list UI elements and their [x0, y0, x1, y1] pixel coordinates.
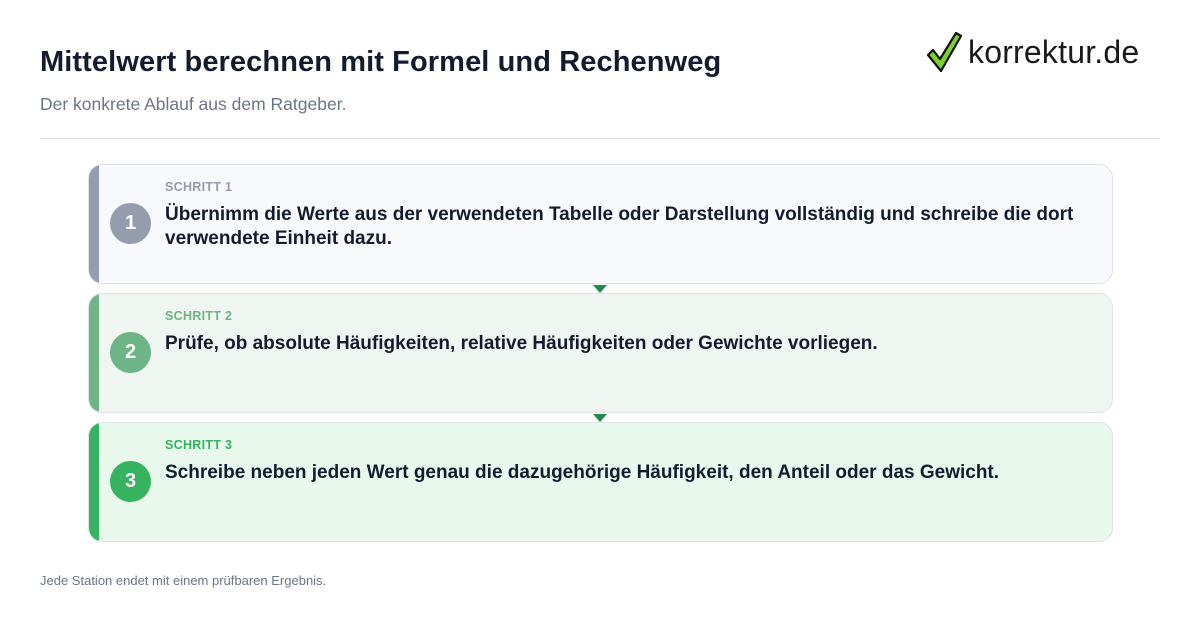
page-subtitle: Der konkrete Ablauf aus dem Ratgeber.: [40, 94, 347, 114]
step-card-1: 1 SCHRITT 1 Übernimm die Werte aus der v…: [88, 164, 1113, 284]
step-text: Prüfe, ob absolute Häufigkeiten, relativ…: [165, 333, 878, 354]
brand-logo[interactable]: korrektur.de: [926, 30, 1166, 74]
header-divider: [40, 138, 1160, 139]
step-text: Übernimm die Werte aus der verwendeten T…: [165, 204, 1074, 249]
step-accent-bar: [89, 294, 99, 412]
step-number-badge: 3: [110, 461, 151, 502]
step-number-badge: 1: [110, 203, 151, 244]
arrow-down-icon: [593, 285, 607, 293]
step-kicker: SCHRITT 1: [165, 180, 233, 194]
step-text: Schreibe neben jeden Wert genau die dazu…: [165, 462, 1000, 483]
step-accent-bar: [89, 165, 99, 283]
arrow-down-icon: [593, 414, 607, 422]
step-number-badge: 2: [110, 332, 151, 373]
footer-note: Jede Station endet mit einem prüfbaren E…: [40, 573, 327, 588]
step-kicker: SCHRITT 3: [165, 438, 233, 452]
brand-name: korrektur.de: [968, 34, 1140, 70]
step-card-2: 2 SCHRITT 2 Prüfe, ob absolute Häufigkei…: [88, 293, 1113, 413]
page-title: Mittelwert berechnen mit Formel und Rech…: [40, 46, 722, 78]
step-card-3: 3 SCHRITT 3 Schreibe neben jeden Wert ge…: [88, 422, 1113, 542]
step-kicker: SCHRITT 2: [165, 309, 233, 323]
step-accent-bar: [89, 423, 99, 541]
checkmark-icon: [926, 31, 962, 73]
